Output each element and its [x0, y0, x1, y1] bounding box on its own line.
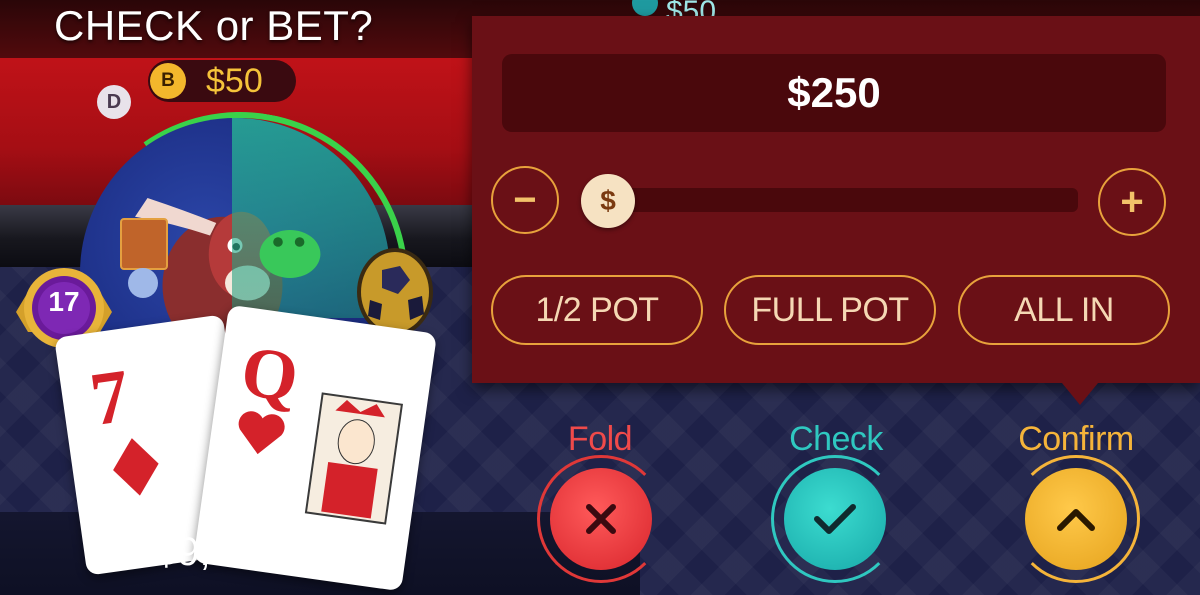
level-number: 17 [48, 286, 80, 317]
action-prompt: CHECK or BET? [54, 2, 374, 49]
big-blind-chip-icon: B [150, 63, 186, 99]
fold-button[interactable] [550, 468, 652, 570]
bet-panel-pointer [1062, 383, 1098, 405]
player-bet-amount: $50 [206, 62, 263, 100]
player-stack: $9,950 [155, 530, 278, 574]
chip-icon [632, 0, 658, 16]
diamond-suit-icon [113, 438, 159, 496]
card-rank: 7 [85, 353, 135, 443]
small-badge-icon [120, 218, 168, 270]
card-rank: Q [236, 330, 304, 418]
chevron-up-icon [1057, 509, 1095, 531]
full-pot-button[interactable]: FULL POT [724, 275, 936, 345]
poker-table: CHECK or BET? $50 D B $50 17 7 Q $9,950 … [0, 0, 1200, 595]
x-icon [586, 504, 616, 534]
bet-slider-track[interactable] [603, 188, 1078, 212]
check-label: Check [789, 420, 883, 458]
all-in-button[interactable]: ALL IN [958, 275, 1170, 345]
bet-slider-handle[interactable]: $ [581, 174, 635, 228]
checkmark-icon [814, 504, 856, 534]
small-emblem-icon [128, 268, 158, 298]
fold-label: Fold [567, 420, 633, 458]
bet-amount-display: $250 [502, 54, 1166, 132]
minus-icon: − [513, 177, 537, 222]
queen-face-icon [304, 392, 404, 525]
increase-bet-button[interactable]: + [1098, 168, 1166, 236]
check-button[interactable] [784, 468, 886, 570]
confirm-button[interactable] [1025, 468, 1127, 570]
heart-suit-icon [238, 411, 285, 455]
plus-icon: + [1120, 179, 1144, 224]
confirm-label: Confirm [1018, 420, 1134, 458]
dealer-button: D [97, 85, 131, 119]
frog-mascot-icon [259, 230, 321, 278]
decrease-bet-button[interactable]: − [491, 166, 559, 234]
half-pot-button[interactable]: 1/2 POT [491, 275, 703, 345]
